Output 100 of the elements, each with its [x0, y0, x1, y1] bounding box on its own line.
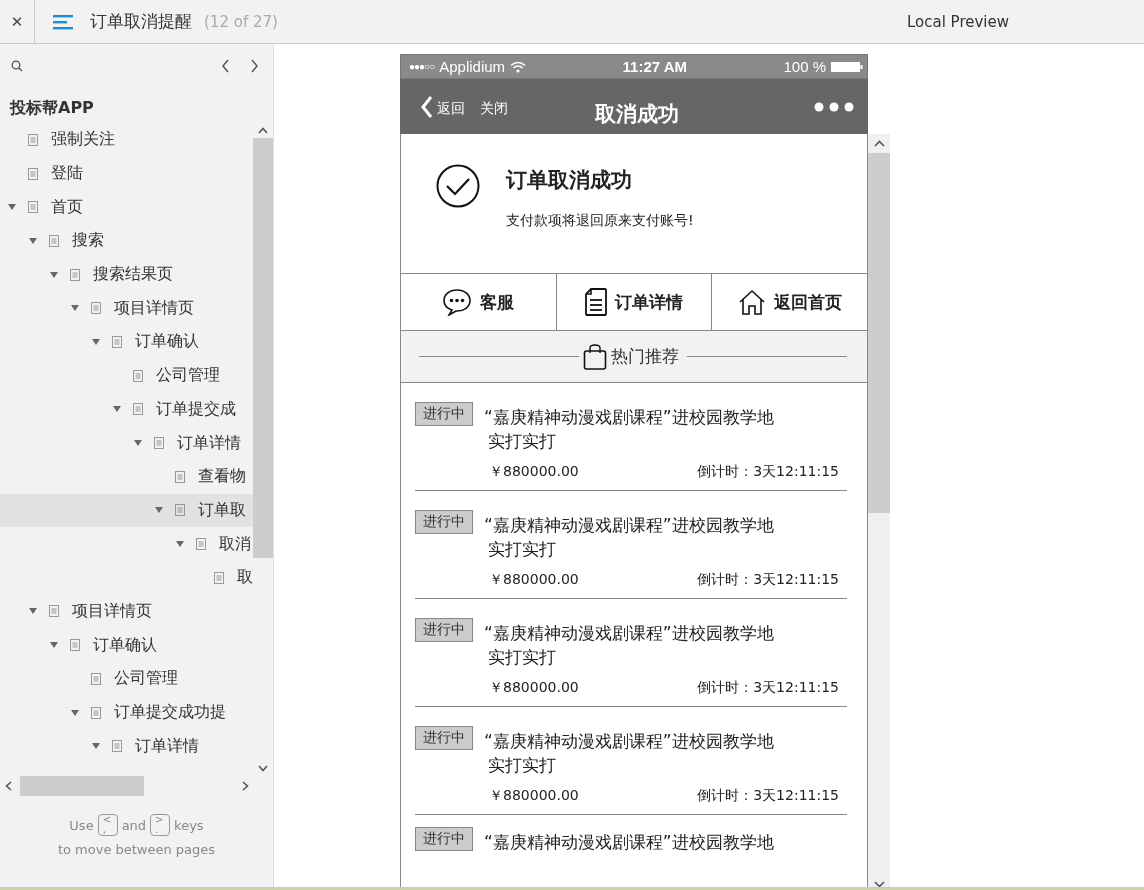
tree-item[interactable]: 公司管理 [0, 358, 253, 393]
caret-icon[interactable] [113, 406, 121, 413]
tree-item[interactable]: 订单提交成功提 [0, 695, 253, 730]
page-icon [49, 605, 59, 618]
page-count: (12 of 27) [204, 12, 278, 31]
status-tag: 进行中 [415, 618, 473, 642]
page-icon [112, 740, 122, 753]
caret-icon[interactable] [8, 204, 16, 211]
caret-icon[interactable] [71, 709, 79, 716]
product-title[interactable]: 实打实打 [484, 429, 774, 453]
status-tag: 进行中 [415, 510, 473, 534]
caret-icon[interactable] [134, 440, 142, 447]
check-circle-icon [436, 164, 480, 208]
tree-item[interactable]: 项目详情页 [0, 291, 253, 326]
page-icon [28, 133, 38, 146]
scrollbar-thumb[interactable] [20, 776, 144, 796]
signal-dots: ●●●○○ [409, 61, 435, 72]
house-icon [737, 289, 766, 315]
product-title[interactable]: 实打实打 [484, 537, 774, 561]
scroll-down-icon[interactable] [873, 881, 885, 887]
countdown-text: 倒计时：3天12:11:15 [697, 787, 839, 805]
tree-item[interactable]: 订单取 [0, 493, 253, 528]
back-link[interactable]: 返回 [437, 99, 465, 119]
scroll-up-icon[interactable] [873, 140, 885, 147]
page-icon [196, 538, 206, 551]
document-icon [585, 288, 607, 316]
page-icon [70, 639, 80, 652]
tree-item[interactable]: 订单确认 [0, 628, 253, 662]
caret-icon[interactable] [176, 541, 184, 548]
hint-text: keys [174, 817, 204, 833]
hint-text: Use [69, 817, 94, 833]
status-tag: 进行中 [415, 827, 473, 851]
page-icon [28, 201, 38, 214]
product-title[interactable]: “嘉庚精神动漫戏剧课程”进校园教学地 [484, 830, 774, 854]
product-price: ￥880000.00 [489, 463, 579, 481]
clock-time: 11:27 AM [622, 58, 687, 75]
carrier-name: Applidium [439, 58, 506, 75]
preview-label: Local Preview [906, 12, 1009, 31]
scroll-right-icon[interactable] [242, 781, 249, 791]
tree-item[interactable]: 取消 [0, 527, 253, 561]
scroll-left-icon[interactable] [5, 781, 12, 791]
product-title[interactable]: “嘉庚精神动漫戏剧课程”进校园教学地 [484, 729, 774, 753]
product-title[interactable]: 实打实打 [484, 645, 774, 669]
caret-icon[interactable] [29, 608, 37, 615]
wifi-icon [510, 60, 527, 73]
tree-item[interactable]: 强制关注 [0, 123, 253, 157]
tree-item[interactable]: 订单确认 [0, 325, 253, 359]
close-link[interactable]: 关闭 [480, 99, 508, 119]
scroll-down-icon[interactable] [258, 765, 268, 772]
page-title: 订单取消提醒 [90, 10, 192, 33]
product-title[interactable]: “嘉庚精神动漫戏剧课程”进校园教学地 [484, 405, 774, 429]
page-icon [91, 706, 101, 719]
product-price: ￥880000.00 [489, 679, 579, 697]
tree-item[interactable]: 订单详情 [0, 729, 253, 764]
tree-item[interactable]: 搜索 [0, 224, 253, 258]
success-message: 支付款项将退回原来支付账号! [506, 212, 694, 230]
close-icon[interactable]: ✕ [10, 12, 24, 31]
search-icon[interactable] [11, 60, 23, 72]
tree-item[interactable]: 订单提交成 [0, 392, 253, 427]
page-icon [214, 571, 224, 584]
product-title[interactable]: “嘉庚精神动漫戏剧课程”进校园教学地 [484, 621, 774, 645]
status-tag: 进行中 [415, 402, 473, 426]
tree-item[interactable]: 查看物 [0, 459, 253, 494]
product-title[interactable]: 实打实打 [484, 753, 774, 777]
caret-icon[interactable] [92, 338, 100, 345]
scroll-up-icon[interactable] [258, 127, 268, 134]
caret-icon[interactable] [71, 305, 79, 312]
caret-icon[interactable] [29, 237, 37, 244]
hint-text: and [121, 817, 147, 833]
previous-page-icon[interactable] [221, 59, 230, 73]
page-icon [70, 268, 80, 281]
scrollbar-thumb[interactable] [868, 153, 890, 513]
caret-icon[interactable] [155, 507, 163, 514]
project-title: 投标帮APP [8, 97, 95, 119]
more-icon[interactable] [814, 101, 854, 112]
countdown-text: 倒计时：3天12:11:15 [697, 463, 839, 481]
tree-item[interactable]: 登陆 [0, 156, 253, 191]
back-chevron-icon[interactable] [420, 94, 434, 119]
caret-icon[interactable] [50, 642, 58, 649]
tree-item[interactable]: 公司管理 [0, 662, 253, 696]
page-icon [91, 672, 101, 685]
section-title: 热门推荐 [611, 345, 679, 368]
chat-bubble-icon [442, 288, 473, 316]
caret-icon[interactable] [92, 743, 100, 750]
battery-percent: 100 % [783, 58, 826, 75]
menu-icon[interactable] [53, 13, 73, 30]
hint-text: to move between pages [57, 842, 216, 857]
page-icon [175, 470, 185, 483]
countdown-text: 倒计时：3天12:11:15 [697, 679, 839, 697]
tree-item[interactable]: 取 [0, 560, 253, 595]
product-price: ￥880000.00 [489, 571, 579, 589]
next-page-icon[interactable] [250, 59, 259, 73]
product-title[interactable]: “嘉庚精神动漫戏剧课程”进校园教学地 [484, 513, 774, 537]
tree-item[interactable]: 首页 [0, 190, 253, 225]
scrollbar-thumb[interactable] [253, 138, 273, 558]
tree-item[interactable]: 搜索结果页 [0, 257, 253, 292]
caret-icon[interactable] [50, 271, 58, 278]
page-icon [28, 167, 38, 180]
tree-item[interactable]: 项目详情页 [0, 594, 253, 629]
tree-item[interactable]: 订单详情 [0, 426, 253, 460]
